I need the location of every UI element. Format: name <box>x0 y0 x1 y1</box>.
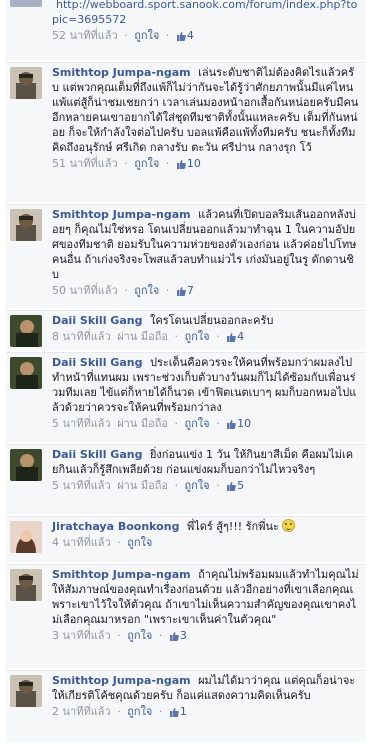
like-button[interactable]: ถูกใจ <box>184 330 209 343</box>
comment-time[interactable]: 5 นาทีที่แล้ว <box>52 417 111 430</box>
thumbs-up-icon <box>227 333 236 342</box>
avatar[interactable] <box>10 675 42 707</box>
avatar[interactable] <box>10 521 42 553</box>
like-button[interactable]: ถูกใจ <box>184 479 209 492</box>
comment-time[interactable]: 4 นาทีที่แล้ว <box>52 536 111 549</box>
avatar[interactable] <box>10 315 42 347</box>
comment-text: พี่ไดร์ สู้ๆ!!! รักพี่นะ <box>186 520 279 533</box>
comment-time[interactable]: 2 นาทีที่แล้ว <box>52 705 111 718</box>
like-count[interactable]: 10 <box>226 417 251 430</box>
comment: Daii Skill Gang ยิ่งก่อนแข่ง 1 วัน ให้กิ… <box>6 444 365 514</box>
like-count[interactable]: 1 <box>169 705 187 718</box>
comment-meta: 50 นาทีที่แล้ว · ถูกใจ · 7 <box>52 284 194 297</box>
comment-author[interactable]: Jiratchaya Boonkong <box>52 520 179 533</box>
comment-meta: 2 นาทีที่แล้ว · ถูกใจ · 1 <box>52 705 187 718</box>
comment-time[interactable]: 3 นาทีที่แล้ว <box>52 629 111 642</box>
avatar[interactable] <box>10 67 42 99</box>
avatar[interactable] <box>10 0 42 7</box>
comment-text: ใครโดนเปลี่ยนออกละครับ <box>149 314 274 327</box>
avatar[interactable] <box>10 357 42 389</box>
thumbs-up-icon <box>169 708 179 717</box>
comment-author[interactable]: Daii Skill Gang <box>52 314 142 327</box>
comment-time[interactable]: 8 นาทีที่แล้ว <box>52 330 111 343</box>
comment-author[interactable]: Smithtop Jumpa-ngam <box>52 208 191 221</box>
avatar[interactable] <box>10 209 42 241</box>
comment-text: เล่นระดับชาติไม่ต้องคิดไรแล้วครับ แต่พวก… <box>52 66 359 154</box>
comment-feed: http://webboard.sport.sanook.com/forum/i… <box>0 0 371 748</box>
comment-author[interactable]: Smithtop Jumpa-ngam <box>52 674 191 687</box>
comment-meta: 51 นาทีที่แล้ว · ถูกใจ · 10 <box>52 157 201 170</box>
like-count[interactable]: 3 <box>169 629 187 642</box>
comment: Smithtop Jumpa-ngam ผมไม่ได้มาว่าคุณ แต่… <box>6 670 365 742</box>
avatar[interactable] <box>10 449 42 481</box>
thumbs-up-icon <box>176 32 186 41</box>
comment: Daii Skill Gang ใครโดนเปลี่ยนออกละครับ 8… <box>6 310 365 350</box>
like-button[interactable]: ถูกใจ <box>184 417 209 430</box>
comment-author[interactable]: Smithtop Jumpa-ngam <box>52 66 191 79</box>
comment-time[interactable]: 51 นาทีที่แล้ว <box>52 157 118 170</box>
comment: Daii Skill Gang ประเด็นคือควรจะให้คนที่พ… <box>6 352 365 442</box>
comment-time[interactable]: 5 นาทีที่แล้ว <box>52 479 111 492</box>
comment-meta: 5 นาทีที่แล้ว ผ่าน มือถือ · ถูกใจ · 5 <box>52 479 245 492</box>
comment-meta: 52 นาทีที่แล้ว · ถูกใจ · 4 <box>52 29 194 42</box>
like-button[interactable]: ถูกใจ <box>127 536 152 549</box>
comment-via: ผ่าน มือถือ <box>117 330 168 343</box>
comment-time[interactable]: 50 นาทีที่แล้ว <box>52 284 118 297</box>
like-button[interactable]: ถูกใจ <box>134 284 159 297</box>
like-count[interactable]: 4 <box>176 29 194 42</box>
comment: Smithtop Jumpa-ngam แล้วคนที่เปิดบอลริมเ… <box>6 204 365 308</box>
comment-author[interactable]: Smithtop Jumpa-ngam <box>52 568 191 581</box>
comment-author[interactable]: Daii Skill Gang <box>52 448 142 461</box>
thumbs-up-icon <box>176 287 186 296</box>
thumbs-up-icon <box>227 482 236 491</box>
comment-via: ผ่าน มือถือ <box>117 479 168 492</box>
like-button[interactable]: ถูกใจ <box>127 705 152 718</box>
like-count[interactable]: 4 <box>226 330 244 343</box>
like-button[interactable]: ถูกใจ <box>134 29 159 42</box>
smile-emoticon-icon <box>282 519 296 532</box>
thumbs-up-icon <box>169 632 179 641</box>
comment: Jiratchaya Boonkong พี่ไดร์ สู้ๆ!!! รักพ… <box>6 516 365 562</box>
comment-meta: 5 นาทีที่แล้ว ผ่าน มือถือ · ถูกใจ · 10 <box>52 417 252 430</box>
comment-author[interactable]: Daii Skill Gang <box>52 356 142 369</box>
comment-time[interactable]: 52 นาทีที่แล้ว <box>52 29 118 42</box>
thumbs-up-icon <box>227 420 236 429</box>
comment-via: ผ่าน มือถือ <box>117 417 168 430</box>
like-button[interactable]: ถูกใจ <box>134 157 159 170</box>
comment: Smithtop Jumpa-ngam เล่นระดับชาติไม่ต้อง… <box>6 62 365 202</box>
like-count[interactable]: 7 <box>176 284 194 297</box>
like-count[interactable]: 10 <box>176 157 201 170</box>
like-count[interactable]: 5 <box>226 479 244 492</box>
comment: http://webboard.sport.sanook.com/forum/i… <box>6 0 365 60</box>
comment-link[interactable]: http://webboard.sport.sanook.com/forum/i… <box>52 0 357 26</box>
comment-meta: 4 นาทีที่แล้ว · ถูกใจ <box>52 536 153 549</box>
thumbs-up-icon <box>176 160 186 169</box>
comment-meta: 3 นาทีที่แล้ว · ถูกใจ · 3 <box>52 629 187 642</box>
like-button[interactable]: ถูกใจ <box>127 629 152 642</box>
comment: Smithtop Jumpa-ngam ถ้าคุณไม่พร้อมผมแล้ว… <box>6 564 365 668</box>
avatar[interactable] <box>10 569 42 601</box>
comment-meta: 8 นาทีที่แล้ว ผ่าน มือถือ · ถูกใจ · 4 <box>52 330 245 343</box>
